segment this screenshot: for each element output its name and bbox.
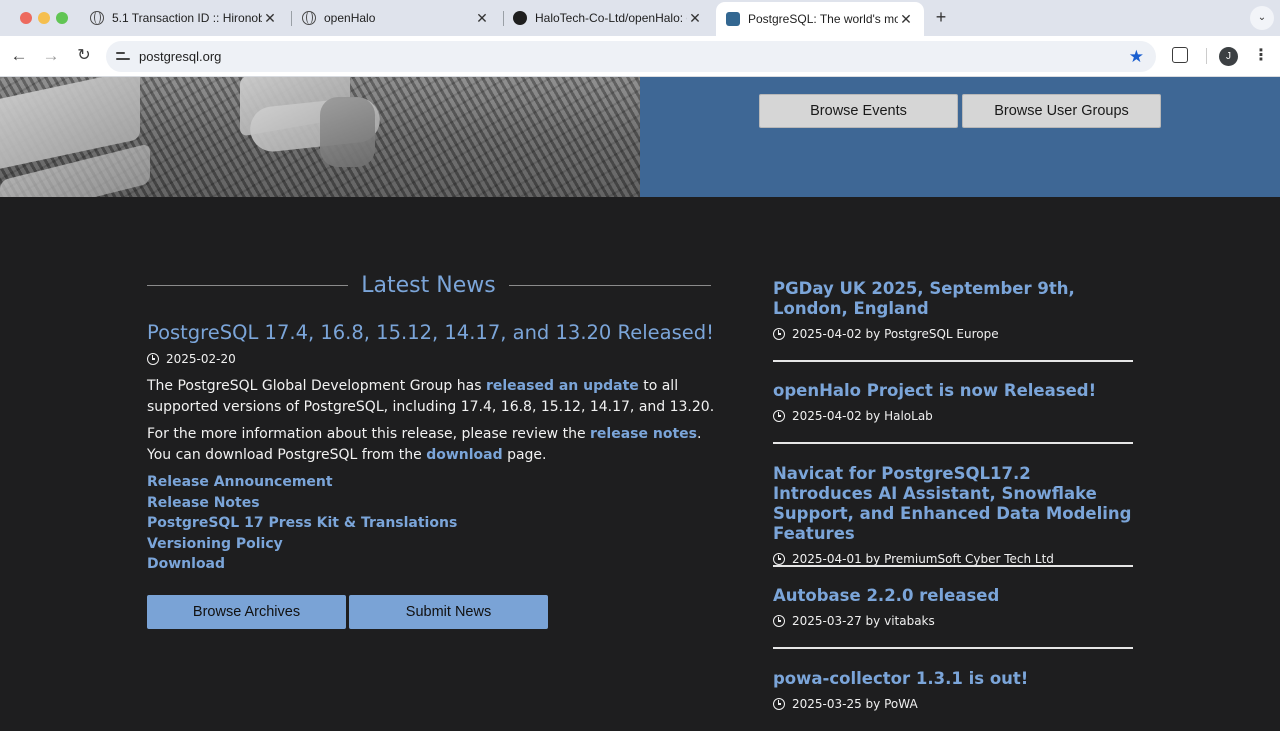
browse-archives-button[interactable]: Browse Archives (147, 595, 346, 629)
clock-icon (773, 328, 785, 340)
divider-line (773, 442, 1133, 444)
reload-icon[interactable]: ↻ (74, 46, 94, 66)
planet-news-title-link[interactable]: PGDay UK 2025, September 9th, London, En… (773, 279, 1133, 319)
site-info-icon[interactable] (116, 50, 130, 62)
planet-news-meta: 2025-04-01 by PremiumSoft Cyber Tech Ltd (773, 552, 1133, 566)
browser-tab[interactable]: HaloTech-Co-Ltd/openHalo: o ✕ (503, 4, 713, 32)
planet-news-meta-text: 2025-03-25 by PoWA (792, 697, 918, 711)
divider-line (509, 285, 711, 286)
planet-news-title-link[interactable]: Autobase 2.2.0 released (773, 586, 1133, 606)
browse-events-button[interactable]: Browse Events (759, 94, 958, 128)
extensions-puzzle-icon[interactable] (1172, 47, 1188, 63)
tab-title: PostgreSQL: The world's mo (748, 12, 898, 26)
profile-avatar[interactable]: J (1219, 47, 1238, 66)
planet-news-meta-text: 2025-03-27 by vitabaks (792, 614, 935, 628)
planet-news-meta: 2025-03-27 by vitabaks (773, 614, 1133, 628)
news-date: 2025-02-20 (147, 352, 236, 366)
url-text[interactable]: postgresql.org (139, 49, 221, 64)
download-link[interactable]: Download (147, 554, 457, 575)
text: page. (502, 446, 547, 463)
planet-news-item: openHalo Project is now Released! 2025-0… (773, 381, 1133, 423)
close-window-button[interactable] (20, 12, 32, 24)
press-kit-link[interactable]: PostgreSQL 17 Press Kit & Translations (147, 513, 457, 534)
close-tab-icon[interactable]: ✕ (687, 10, 703, 27)
divider-line (773, 360, 1133, 362)
release-notes-link[interactable]: Release Notes (147, 493, 457, 514)
versioning-policy-link[interactable]: Versioning Policy (147, 534, 457, 555)
new-tab-plus-icon[interactable]: + (932, 8, 950, 26)
globe-icon (302, 11, 316, 25)
address-bar[interactable]: postgresql.org ★ (106, 41, 1156, 72)
browser-tab-active[interactable]: PostgreSQL: The world's mo ✕ (716, 2, 924, 36)
globe-icon (90, 11, 104, 25)
browser-menu-icon[interactable]: ⋮ (1253, 46, 1269, 66)
divider-line (773, 647, 1133, 649)
planet-news-meta-text: 2025-04-02 by HaloLab (792, 409, 933, 423)
bookmark-star-icon[interactable]: ★ (1129, 47, 1144, 67)
release-announcement-link[interactable]: Release Announcement (147, 472, 457, 493)
tab-title: HaloTech-Co-Ltd/openHalo: o (535, 11, 687, 25)
submit-news-button[interactable]: Submit News (349, 595, 548, 629)
tab-search-chevron-icon[interactable]: ⌄ (1250, 6, 1274, 30)
back-arrow-icon[interactable]: ← (9, 46, 29, 66)
browser-tab-bar: 5.1 Transaction ID :: Hironobu ✕ openHal… (0, 0, 1280, 36)
github-icon (513, 11, 527, 25)
planet-news-item: Navicat for PostgreSQL17.2 Introduces AI… (773, 464, 1133, 566)
news-links: Release Announcement Release Notes Postg… (147, 472, 457, 575)
text: The PostgreSQL Global Development Group … (147, 378, 486, 394)
browser-tab[interactable]: openHalo ✕ (292, 4, 500, 32)
planet-news-item: powa-collector 1.3.1 is out! 2025-03-25 … (773, 669, 1133, 711)
hero-classroom-photo (0, 77, 640, 197)
clock-icon (773, 553, 785, 565)
divider-line (147, 285, 348, 286)
browser-tab[interactable]: 5.1 Transaction ID :: Hironobu ✕ (80, 4, 288, 32)
download-inline-link[interactable]: download (426, 447, 502, 463)
news-headline-link[interactable]: PostgreSQL 17.4, 16.8, 15.12, 14.17, and… (147, 321, 714, 344)
release-notes-inline-link[interactable]: release notes (590, 426, 697, 442)
close-tab-icon[interactable]: ✕ (898, 11, 914, 28)
planet-news-meta: 2025-04-02 by HaloLab (773, 409, 1133, 423)
zoom-window-button[interactable] (56, 12, 68, 24)
latest-news-heading: Latest News (361, 273, 496, 298)
toolbar-divider (1206, 48, 1207, 64)
news-date-text: 2025-02-20 (166, 352, 236, 366)
planet-news-meta: 2025-03-25 by PoWA (773, 697, 1133, 711)
close-tab-icon[interactable]: ✕ (262, 10, 278, 27)
planet-news-title-link[interactable]: Navicat for PostgreSQL17.2 Introduces AI… (773, 464, 1133, 544)
latest-news-header: Latest News (147, 273, 711, 299)
divider-line (773, 565, 1133, 567)
planet-news-title-link[interactable]: powa-collector 1.3.1 is out! (773, 669, 1133, 689)
close-tab-icon[interactable]: ✕ (474, 10, 490, 27)
minimize-window-button[interactable] (38, 12, 50, 24)
tab-title: openHalo (324, 11, 376, 25)
news-paragraph-1: The PostgreSQL Global Development Group … (147, 376, 717, 417)
clock-icon (147, 353, 159, 365)
browse-user-groups-button[interactable]: Browse User Groups (962, 94, 1161, 128)
text: For the more information about this rele… (147, 426, 591, 442)
released-an-update-link[interactable]: released an update (486, 378, 639, 394)
planet-news-meta: 2025-04-02 by PostgreSQL Europe (773, 327, 1133, 341)
clock-icon (773, 698, 785, 710)
planet-news-item: Autobase 2.2.0 released 2025-03-27 by vi… (773, 586, 1133, 628)
news-paragraph-2: For the more information about this rele… (147, 424, 717, 465)
forward-arrow-icon[interactable]: → (41, 46, 61, 66)
clock-icon (773, 615, 785, 627)
hero-panel (640, 77, 1280, 197)
clock-icon (773, 410, 785, 422)
planet-news-item: PGDay UK 2025, September 9th, London, En… (773, 279, 1133, 341)
browser-toolbar: ← → ↻ postgresql.org ★ (0, 36, 1280, 77)
planet-news-title-link[interactable]: openHalo Project is now Released! (773, 381, 1133, 401)
tab-title: 5.1 Transaction ID :: Hironobu (112, 11, 262, 25)
postgresql-elephant-icon (726, 12, 740, 26)
planet-news-meta-text: 2025-04-02 by PostgreSQL Europe (792, 327, 999, 341)
planet-news-meta-text: 2025-04-01 by PremiumSoft Cyber Tech Ltd (792, 552, 1054, 566)
